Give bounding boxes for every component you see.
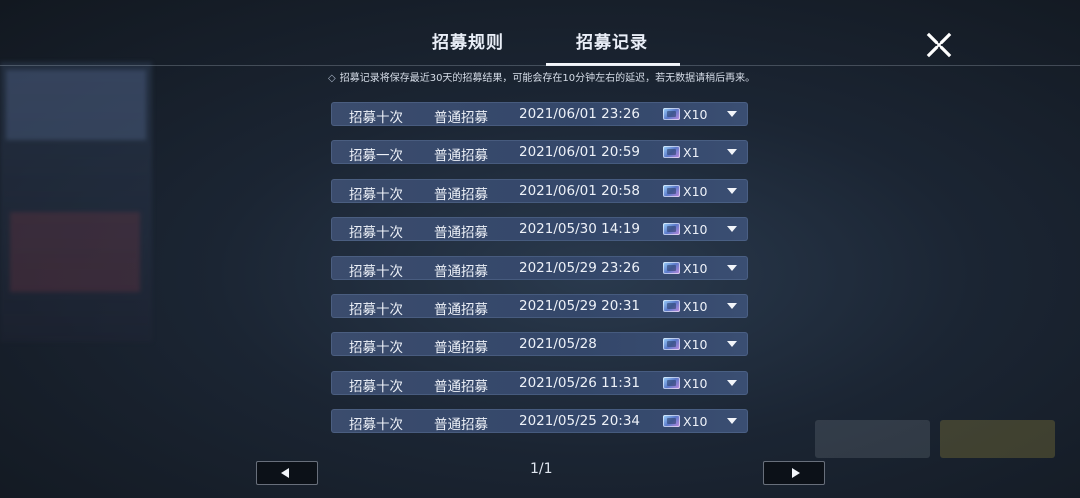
page-indicator: 1/1 [530,461,553,477]
record-times: 招募十次 [349,187,403,203]
record-times: 招募十次 [349,225,403,241]
notice-text: 招募记录将保存最近30天的招募结果，可能会存在10分钟左右的延迟，若无数据请稍后… [339,73,756,84]
record-datetime: 2021/05/26 11:31 [519,375,641,391]
record-quantity: X10 [683,299,708,314]
tab-bar: 招募规则 招募记录 [0,0,1080,66]
record-times: 招募十次 [349,340,403,356]
record-quantity: X10 [683,261,708,276]
record-quantity: X1 [683,145,700,160]
record-type: 普通招募 [434,225,488,241]
record-row[interactable]: 招募十次 普通招募 2021/06/01 23:26 X10 [331,102,748,126]
record-type: 普通招募 [434,340,488,356]
next-page-button[interactable] [763,461,825,485]
chevron-down-icon[interactable] [727,149,737,155]
ticket-icon [663,223,680,235]
record-type: 普通招募 [434,379,488,395]
ticket-icon [663,108,680,120]
prev-page-button[interactable] [256,461,318,485]
record-times: 招募十次 [349,302,403,318]
record-row[interactable]: 招募十次 普通招募 2021/05/26 11:31 X10 [331,371,748,395]
record-times: 招募一次 [349,148,403,164]
record-datetime: 2021/05/28 [519,336,597,352]
record-row[interactable]: 招募十次 普通招募 2021/05/28 X10 [331,332,748,356]
record-type: 普通招募 [434,110,488,126]
record-datetime: 2021/05/30 14:19 [519,221,641,237]
record-quantity: X10 [683,184,708,199]
record-times: 招募十次 [349,264,403,280]
ticket-icon [663,415,680,427]
tab-divider [0,65,1080,66]
diamond-icon: ◇ [328,73,336,84]
record-quantity: X10 [683,337,708,352]
next-arrow-icon [792,468,800,478]
record-quantity: X10 [683,222,708,237]
record-datetime: 2021/05/25 20:34 [519,413,641,429]
notice-text-block: ◇ 招募记录将保存最近30天的招募结果，可能会存在10分钟左右的延迟，若无数据请稍… [328,72,758,85]
background-button-blur [940,420,1055,458]
record-type: 普通招募 [434,187,488,203]
chevron-down-icon[interactable] [727,188,737,194]
chevron-down-icon[interactable] [727,380,737,386]
record-type: 普通招募 [434,302,488,318]
chevron-down-icon[interactable] [727,418,737,424]
record-datetime: 2021/05/29 20:31 [519,298,641,314]
tab-records[interactable]: 招募记录 [576,28,648,53]
record-datetime: 2021/06/01 23:26 [519,106,641,122]
record-row[interactable]: 招募十次 普通招募 2021/05/29 23:26 X10 [331,256,748,280]
chevron-down-icon[interactable] [727,226,737,232]
ticket-icon [663,300,680,312]
record-type: 普通招募 [434,417,488,433]
record-datetime: 2021/06/01 20:59 [519,144,641,160]
chevron-down-icon[interactable] [727,341,737,347]
record-times: 招募十次 [349,110,403,126]
background-button-blur [815,420,930,458]
record-times: 招募十次 [349,417,403,433]
record-quantity: X10 [683,414,708,429]
ticket-icon [663,146,680,158]
chevron-down-icon[interactable] [727,111,737,117]
record-type: 普通招募 [434,264,488,280]
record-datetime: 2021/06/01 20:58 [519,183,641,199]
background-left-panel [0,62,152,342]
chevron-down-icon[interactable] [727,303,737,309]
record-quantity: X10 [683,376,708,391]
record-datetime: 2021/05/29 23:26 [519,260,641,276]
record-row[interactable]: 招募十次 普通招募 2021/05/30 14:19 X10 [331,217,748,241]
ticket-icon [663,338,680,350]
record-row[interactable]: 招募十次 普通招募 2021/06/01 20:58 X10 [331,179,748,203]
record-row[interactable]: 招募一次 普通招募 2021/06/01 20:59 X1 [331,140,748,164]
tab-rules[interactable]: 招募规则 [432,28,504,53]
prev-arrow-icon [281,468,289,478]
record-row[interactable]: 招募十次 普通招募 2021/05/29 20:31 X10 [331,294,748,318]
close-button[interactable] [926,32,952,58]
record-type: 普通招募 [434,148,488,164]
chevron-down-icon[interactable] [727,265,737,271]
ticket-icon [663,185,680,197]
ticket-icon [663,262,680,274]
ticket-icon [663,377,680,389]
record-times: 招募十次 [349,379,403,395]
record-row[interactable]: 招募十次 普通招募 2021/05/25 20:34 X10 [331,409,748,433]
close-icon [926,32,952,58]
record-quantity: X10 [683,107,708,122]
